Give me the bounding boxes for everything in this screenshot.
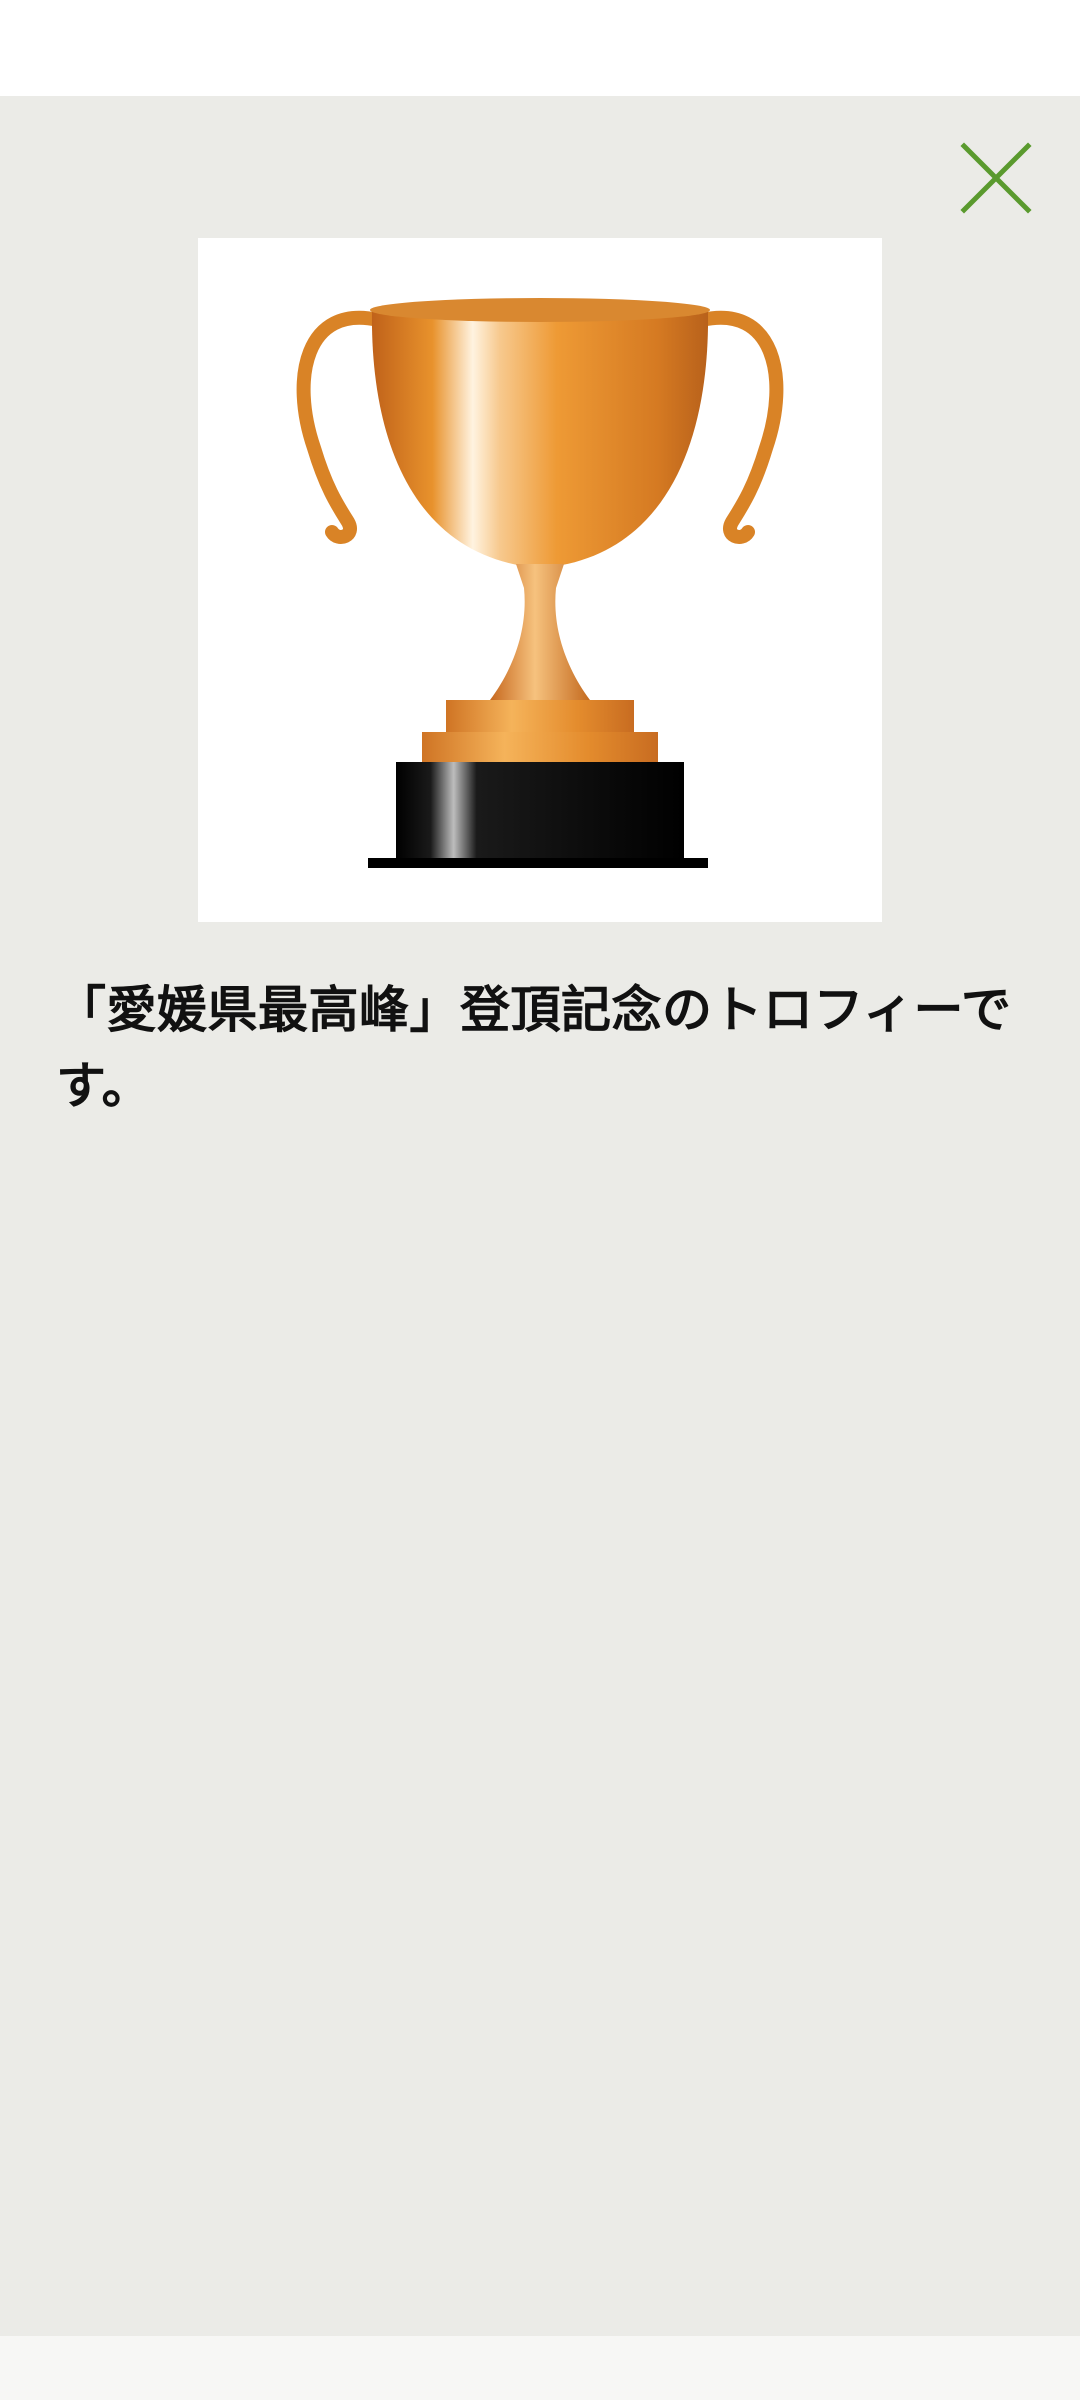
trophy-description: 「愛媛県最高峰」登頂記念のトロフィーです。 — [56, 981, 1012, 1115]
navigation-bar — [0, 2336, 1080, 2400]
close-button[interactable] — [948, 130, 1044, 226]
trophy-image — [198, 238, 882, 922]
close-icon — [960, 142, 1032, 214]
status-bar — [0, 0, 1080, 96]
